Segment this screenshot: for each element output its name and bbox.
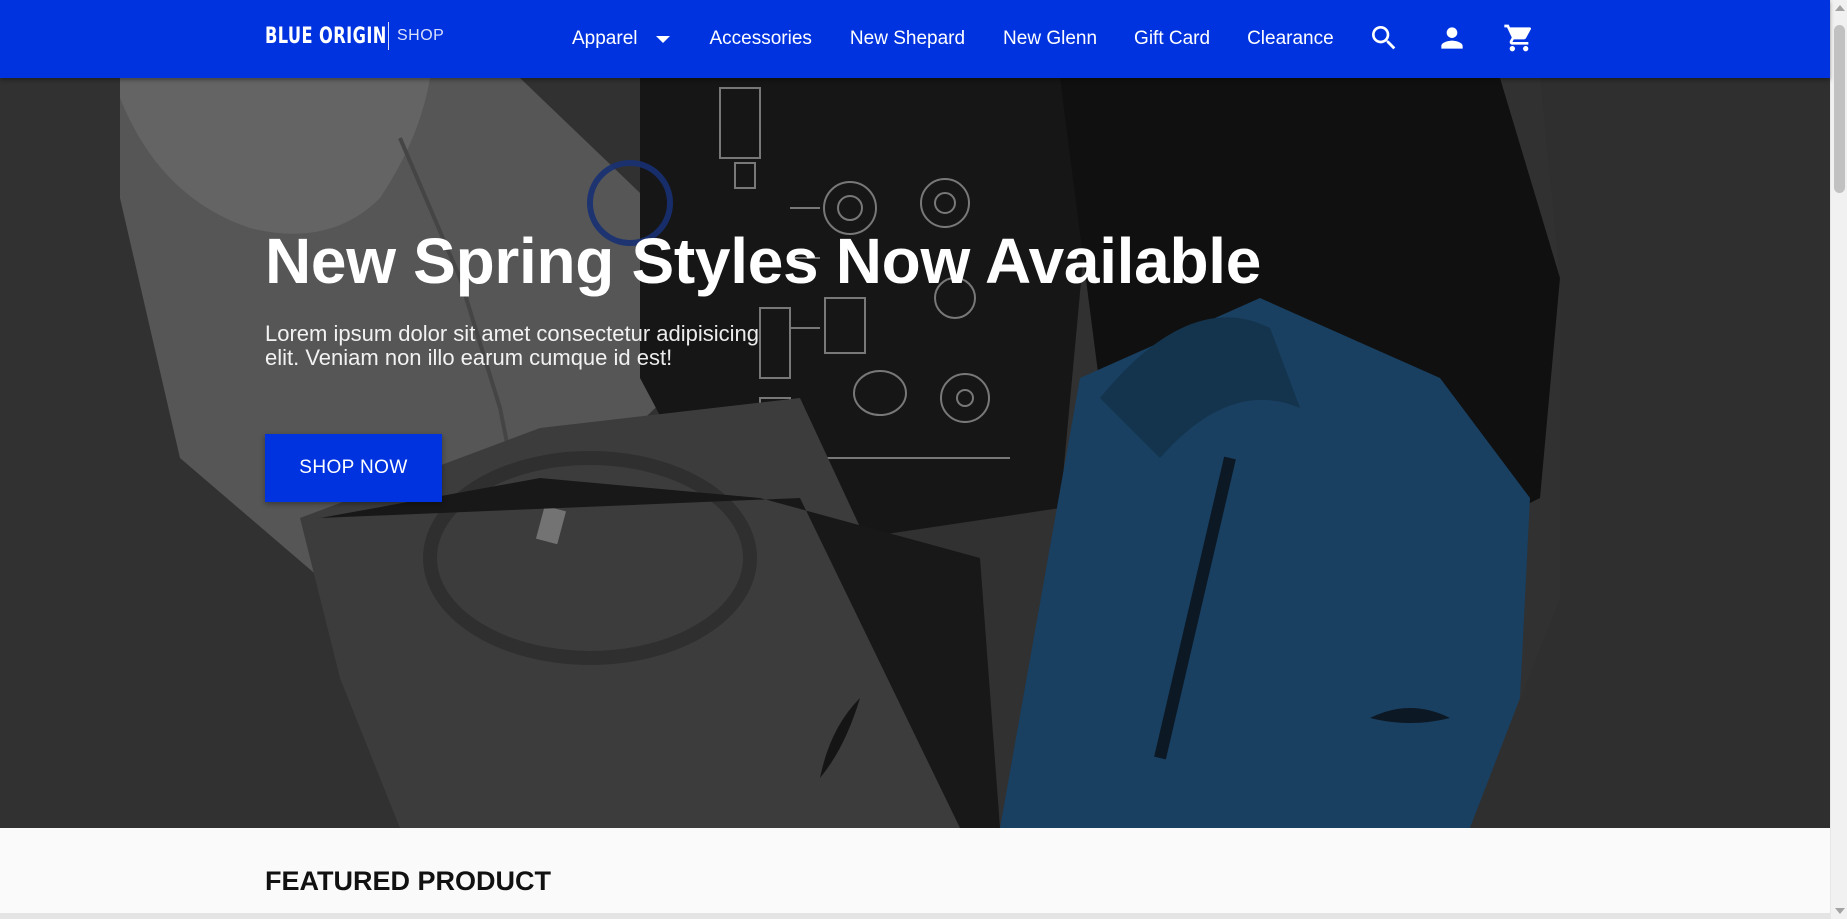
hero-banner: New Spring Styles Now Available Lorem ip…: [0, 78, 1830, 828]
hero-title: New Spring Styles Now Available: [265, 225, 1262, 297]
brand-name: BLUE ORIGIN: [265, 23, 387, 49]
brand-divider: [388, 22, 389, 50]
nav-item-gift-card[interactable]: Gift Card: [1134, 28, 1210, 50]
nav-item-new-shepard[interactable]: New Shepard: [850, 28, 965, 50]
top-navbar: BLUE ORIGIN SHOP Apparel Accessories New…: [0, 0, 1830, 78]
nav-item-new-glenn[interactable]: New Glenn: [1003, 28, 1097, 50]
nav-item-label: Accessories: [709, 28, 812, 49]
nav-item-apparel[interactable]: Apparel: [572, 28, 670, 50]
chevron-down-icon: [655, 35, 670, 43]
nav-item-label: Clearance: [1247, 28, 1334, 49]
scroll-down-arrow-icon[interactable]: [1835, 908, 1845, 914]
nav-item-label: Apparel: [572, 28, 638, 49]
cart-icon[interactable]: [1503, 22, 1535, 54]
brand-shop-label: SHOP: [397, 27, 445, 44]
scroll-up-arrow-icon[interactable]: [1835, 5, 1845, 11]
page-scrollbar[interactable]: [1830, 0, 1847, 919]
nav-item-accessories[interactable]: Accessories: [710, 28, 812, 50]
nav-item-clearance[interactable]: Clearance: [1247, 28, 1334, 50]
featured-product-heading: FEATURED PRODUCT: [265, 866, 551, 896]
hero-description: Lorem ipsum dolor sit amet consectetur a…: [265, 321, 760, 370]
search-icon[interactable]: [1368, 22, 1400, 54]
section-divider: [0, 913, 1830, 919]
main-nav: Apparel Accessories New Shepard New Glen…: [572, 0, 1334, 78]
nav-item-label: New Glenn: [1003, 28, 1098, 49]
brand-logo[interactable]: BLUE ORIGIN SHOP: [265, 20, 444, 52]
shop-now-button[interactable]: SHOP NOW: [265, 434, 442, 502]
account-icon[interactable]: [1436, 22, 1468, 54]
nav-item-label: Gift Card: [1134, 28, 1211, 49]
nav-item-label: New Shepard: [849, 28, 966, 49]
scrollbar-thumb[interactable]: [1834, 25, 1845, 193]
